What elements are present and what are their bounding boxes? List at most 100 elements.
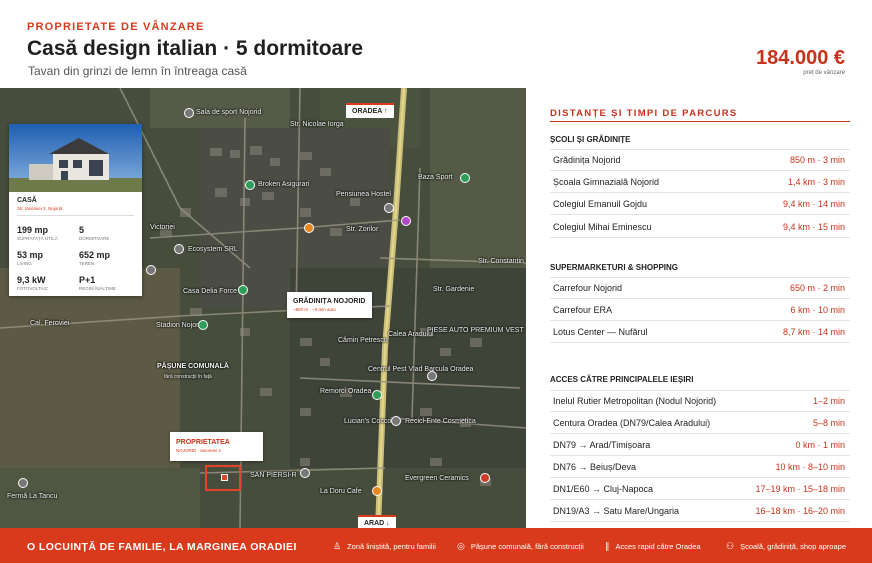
person-icon: ♙ <box>333 541 342 551</box>
distance-name: Inelul Rutier Metropolitan (Nodul Nojori… <box>553 396 717 406</box>
distance-name: DN19/A3 → Satu Mare/Ungaria <box>553 506 680 516</box>
distance-row: Centura Oradea (DN79/Calea Aradului) 5–8 … <box>550 412 850 434</box>
distance-name: DN76 → Beiuș/Deva <box>553 462 637 472</box>
price: 184.000 € <box>756 47 845 69</box>
north-direction-label: ORADEA ↑ <box>346 103 394 118</box>
map-poi[interactable]: Cămin Petrescu <box>338 337 388 344</box>
map-pin-icon[interactable] <box>391 416 401 426</box>
map-poi[interactable]: Stadion Nojorid <box>156 322 204 329</box>
map-poi[interactable]: La Doru Cafe <box>320 488 362 495</box>
stat-label: FOTOVOLTAIC <box>17 286 49 291</box>
map-pin-icon[interactable] <box>198 320 208 330</box>
map-poi[interactable]: Pensiunea Hostel <box>336 191 391 198</box>
map-pin-icon[interactable] <box>174 244 184 254</box>
map-poi[interactable]: Str. Gardenie <box>433 286 474 293</box>
distance-row: Inelul Rutier Metropolitan (Nodul Nojori… <box>550 390 850 412</box>
kindergarten-callout[interactable]: GRĂDINIȚA NOJORID ~850 m · ~3 min auto <box>287 292 372 318</box>
footer-feature-label: Zonă liniștită, pentru familii <box>347 542 436 551</box>
distance-row: DN1/E60 → Cluj-Napoca 17–19 km · 15–18 mi… <box>550 478 850 500</box>
location-pin-icon: ◎ <box>457 541 465 551</box>
section-heading: ACCES CĂTRE PRINCIPALELE IEȘIRI <box>550 375 694 384</box>
map-pin-icon[interactable] <box>427 371 437 381</box>
distance-name: Carrefour Nojorid <box>553 283 623 293</box>
footer-feature: ◎ Pășune comunală, fără construcții <box>457 541 584 552</box>
map-pin-icon[interactable] <box>245 180 255 190</box>
map-poi[interactable]: Str. Nicolae Iorga <box>290 121 344 128</box>
distance-row: DN76 → Beiuș/Deva 10 km · 8–10 min <box>550 456 850 478</box>
map-poi[interactable]: Cal. Feroviei <box>30 320 69 327</box>
map-pin-icon[interactable] <box>146 265 156 275</box>
map-poi[interactable]: Centrul Pest Vlad Barcula Oradea <box>368 366 473 373</box>
price-note: preț de vânzare <box>803 70 845 76</box>
map-pin-icon[interactable] <box>372 486 382 496</box>
distance-value: 6 km · 10 min <box>790 305 845 315</box>
divider <box>550 121 850 122</box>
house-stat: 652 mp TEREN <box>79 250 137 266</box>
stat-value: 5 <box>79 225 85 235</box>
house-card-label: CASĂ <box>17 197 37 204</box>
footer-feature-label: Acces rapid către Oradea <box>615 542 701 551</box>
map-pin-icon[interactable] <box>372 390 382 400</box>
map-poi[interactable]: Str. Zorilor <box>346 226 378 233</box>
distance-value: 10 km · 8–10 min <box>775 462 845 472</box>
map-poi[interactable]: Broken Asigurari <box>258 181 309 188</box>
footer-feature-label: Școală, grădiniță, shop aproape <box>740 542 846 551</box>
section-heading: ȘCOLI ȘI GRĂDINIȚE <box>550 135 631 144</box>
map-pin-icon[interactable] <box>184 108 194 118</box>
house-photo-image <box>9 124 142 192</box>
map-pin-icon[interactable] <box>480 473 490 483</box>
stat-label: LIVING <box>17 261 32 266</box>
map-poi[interactable]: Evergreen Ceramics <box>405 475 469 482</box>
family-icon: ⚇ <box>726 541 735 551</box>
map-poi[interactable]: Victoriei <box>150 224 175 231</box>
property-callout-subtitle: NOJORID · Iasomiei 3 <box>176 448 221 453</box>
map-poi[interactable]: Casa Delia Force <box>183 288 237 295</box>
map-poi[interactable]: PIESE AUTO PREMIUM VEST <box>427 327 524 334</box>
stat-value: P+1 <box>79 275 96 285</box>
distance-name: Centura Oradea (DN79/Calea Aradului) <box>553 418 711 428</box>
map-poi[interactable]: Sala de sport Nojorid <box>196 109 261 116</box>
stat-label: TEREN <box>79 261 95 266</box>
house-photo <box>9 124 142 192</box>
map-pin-icon[interactable] <box>238 285 248 295</box>
footer-bar: O LOCUINȚĂ DE FAMILIE, LA MARGINEA ORADI… <box>0 528 872 563</box>
map-poi[interactable]: Remorci Oradea <box>320 388 371 395</box>
distance-name: DN1/E60 → Cluj-Napoca <box>553 484 654 494</box>
property-callout[interactable]: PROPRIETATEA NOJORID · Iasomiei 3 <box>170 432 263 461</box>
distance-name: DN79 → Arad/Timișoara <box>553 440 651 450</box>
house-card: CASĂ Str. Iasomiei 3, Nojorid 199 mp SUP… <box>9 124 142 296</box>
property-marker[interactable] <box>205 465 241 491</box>
divider <box>17 215 134 216</box>
map-poi[interactable]: Str. Constantin <box>478 258 524 265</box>
map-pin-icon[interactable] <box>384 203 394 213</box>
map-pin-icon[interactable] <box>401 216 411 226</box>
footer-feature: ∥ Acces rapid către Oradea <box>605 541 701 552</box>
listing-eyebrow: PROPRIETATE DE VÂNZARE <box>27 21 205 33</box>
listing-title: Casă design italian · 5 dormitoare <box>27 37 364 60</box>
distances-panel: DISTANȚE ȘI TIMPI DE PARCURS ȘCOLI ȘI GR… <box>526 88 872 528</box>
distance-value: 650 m · 2 min <box>789 283 845 293</box>
house-card-address: Str. Iasomiei 3, Nojorid <box>17 206 63 211</box>
distance-name: Lotus Center — Nufărul <box>553 327 648 337</box>
distance-value: 5–8 min <box>812 418 845 428</box>
map-poi[interactable]: Fermă La Tancu <box>7 493 57 500</box>
map-poi[interactable]: Ecosystem SRL <box>188 246 238 253</box>
listing-subtitle: Tavan din grinzi de lemn în întreaga cas… <box>28 64 247 78</box>
house-stat: 5 DORMITOARE <box>79 225 137 241</box>
map-pin-icon[interactable] <box>460 173 470 183</box>
house-stat: 199 mp SUPRAFAȚĂ UTILĂ <box>17 225 75 241</box>
property-callout-title: PROPRIETATEA <box>176 439 230 446</box>
footer-feature: ⚇ Școală, grădiniță, shop aproape <box>726 541 846 552</box>
map-pin-icon[interactable] <box>304 223 314 233</box>
map-poi[interactable]: Recicl-Ente Cosmetica <box>405 418 476 425</box>
section-heading: SUPERMARKETURI & SHOPPING <box>550 263 679 272</box>
map-pin-icon[interactable] <box>18 478 28 488</box>
distance-row: Carrefour Nojorid 650 m · 2 min <box>550 277 850 299</box>
distance-row: Grădinița Nojorid 850 m · 3 min <box>550 149 850 171</box>
panel-title: DISTANȚE ȘI TIMPI DE PARCURS <box>550 108 738 119</box>
map-poi[interactable]: SAN PIERSI-R <box>250 472 297 479</box>
house-stat: P+1 REGIM ÎNĂLȚIME <box>79 275 137 291</box>
map-poi[interactable]: Baza Sport <box>418 174 453 181</box>
distance-row: Carrefour ERA 6 km · 10 min <box>550 299 850 321</box>
map-pin-icon[interactable] <box>300 468 310 478</box>
